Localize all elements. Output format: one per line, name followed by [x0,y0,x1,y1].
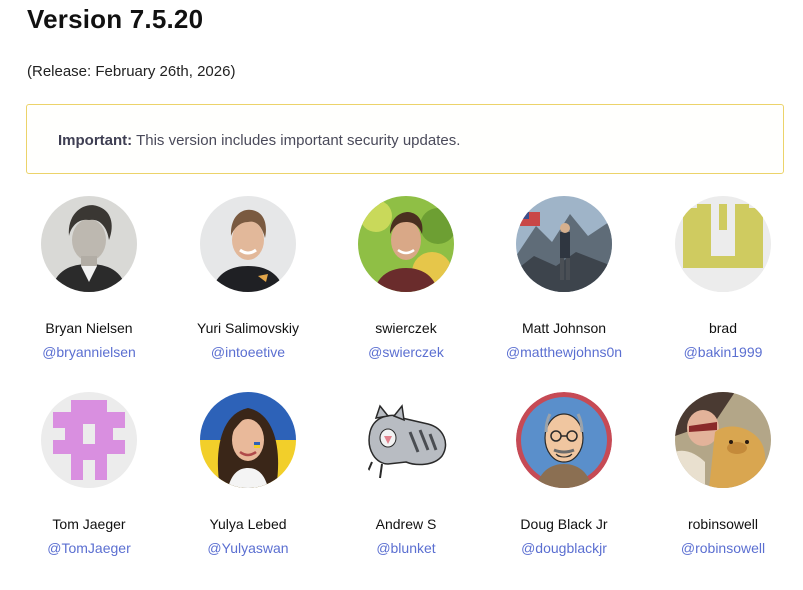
contributor-card: Matt Johnson @matthewjohns0n [484,196,644,361]
contributor-name: Yuri Salimovskiy [197,320,299,336]
avatar[interactable] [516,392,612,488]
avatar[interactable] [41,392,137,488]
contributor-card: robinsowell @robinsowell [643,392,803,557]
avatar[interactable] [358,196,454,292]
contributor-handle-link[interactable]: @TomJaeger [9,539,169,557]
contributor-card: Yuri Salimovskiy @intoeetive [168,196,328,361]
contributor-handle-link[interactable]: @matthewjohns0n [484,343,644,361]
contributor-name: Yulya Lebed [209,516,287,532]
contributor-card: Bryan Nielsen @bryannielsen [9,196,169,361]
contributor-card: brad @bakin1999 [643,196,803,361]
contributor-card: Andrew S @blunket [326,392,486,557]
avatar[interactable] [358,392,454,488]
contributor-handle-link[interactable]: @blunket [326,539,486,557]
contributor-handle-link[interactable]: @dougblackjr [484,539,644,557]
contributor-name: robinsowell [687,516,759,532]
contributors-grid: Bryan Nielsen @bryannielsen Yuri Salimov… [0,0,803,590]
contributor-card: Tom Jaeger @TomJaeger [9,392,169,557]
avatar[interactable] [675,392,771,488]
contributor-name: Matt Johnson [521,320,607,336]
contributor-handle-link[interactable]: @bakin1999 [643,343,803,361]
contributor-handle-link[interactable]: @swierczek [326,343,486,361]
contributor-name: Bryan Nielsen [45,320,133,336]
contributor-card: Doug Black Jr @dougblackjr [484,392,644,557]
avatar[interactable] [41,196,137,292]
contributor-handle-link[interactable]: @robinsowell [643,539,803,557]
contributor-name: Tom Jaeger [52,516,126,532]
contributor-card: swierczek @swierczek [326,196,486,361]
contributor-handle-link[interactable]: @Yulyaswan [168,539,328,557]
contributor-name: Doug Black Jr [520,516,608,532]
avatar[interactable] [675,196,771,292]
contributor-handle-link[interactable]: @intoeetive [168,343,328,361]
contributor-name: swierczek [375,320,437,336]
avatar[interactable] [200,392,296,488]
avatar[interactable] [516,196,612,292]
contributor-name: brad [708,320,738,336]
contributor-name: Andrew S [375,516,437,532]
avatar[interactable] [200,196,296,292]
contributor-card: Yulya Lebed @Yulyaswan [168,392,328,557]
contributor-handle-link[interactable]: @bryannielsen [9,343,169,361]
